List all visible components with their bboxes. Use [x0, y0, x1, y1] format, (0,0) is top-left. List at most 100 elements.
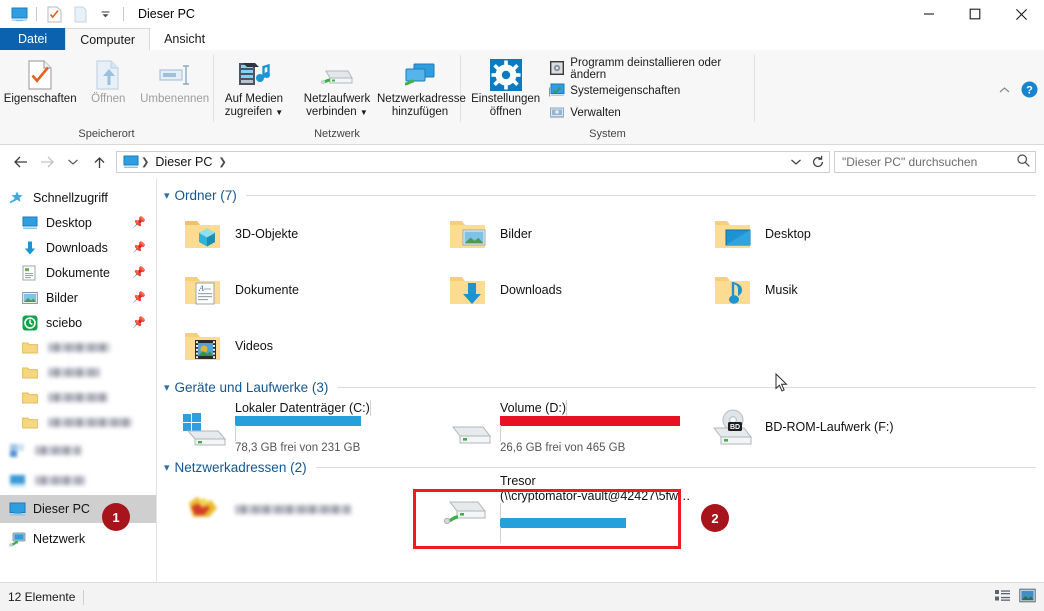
chevron-down-icon[interactable]: ▾: [164, 461, 170, 474]
breadcrumb-chevron-icon[interactable]: ❯: [139, 157, 151, 168]
sidebar-item-label: Dieser PC: [33, 502, 90, 516]
chevron-down-icon[interactable]: ▼: [275, 108, 283, 117]
folder-icon: [22, 366, 44, 379]
back-button[interactable]: [8, 149, 34, 175]
tab-datei[interactable]: Datei: [0, 28, 66, 50]
folder-pictures-icon: [440, 209, 496, 259]
sidebar-item-netzwerk[interactable]: Netzwerk: [0, 523, 156, 555]
button-verwalten[interactable]: Verwalten: [546, 102, 754, 124]
group-title: Geräte und Laufwerke (3): [174, 379, 329, 395]
button-label: Eigenschaften: [3, 93, 77, 105]
sidebar-item-schnellzugriff[interactable]: Schnellzugriff: [0, 185, 156, 210]
window-controls: [906, 0, 1044, 28]
address-dropdown-button[interactable]: [785, 152, 807, 172]
breadcrumb-dieser-pc[interactable]: Dieser PC: [151, 155, 216, 169]
list-item-bilder[interactable]: Bilder: [436, 206, 701, 262]
sidebar-item-redacted-4[interactable]: [0, 410, 156, 435]
button-netzwerkadresse-hinzufuegen[interactable]: Netzwerkadresse hinzufügen: [377, 55, 466, 121]
button-oeffnen[interactable]: Öffnen: [82, 55, 134, 108]
button-netzlaufwerk-verbinden[interactable]: Netzlaufwerk verbinden ▼: [297, 55, 377, 121]
group-header-ordner[interactable]: ▾ Ordner (7): [157, 184, 1044, 206]
sidebar-item-redacted-2[interactable]: [0, 360, 156, 385]
breadcrumb-bar[interactable]: ❯ Dieser PC ❯: [116, 151, 830, 173]
sidebar-item-dokumente[interactable]: Dokumente 📌: [0, 260, 156, 285]
button-auf-medien-zugreifen[interactable]: Auf Medien zugreifen ▼: [214, 55, 294, 121]
list-item-network-redacted[interactable]: [171, 478, 436, 538]
sidebar-item-sciebo[interactable]: sciebo 📌: [0, 310, 156, 335]
pin-icon[interactable]: 📌: [132, 266, 146, 279]
sidebar-item-redacted-3[interactable]: [0, 385, 156, 410]
refresh-button[interactable]: [807, 152, 829, 172]
recent-locations-button[interactable]: [60, 149, 86, 175]
list-item-downloads[interactable]: Downloads: [436, 262, 701, 318]
breadcrumb-chevron-icon-2[interactable]: ❯: [216, 157, 228, 168]
this-pc-icon[interactable]: [6, 3, 32, 25]
search-icon[interactable]: [1016, 153, 1031, 171]
status-separator: [83, 589, 85, 605]
button-systemeigenschaften[interactable]: Systemeigenschaften: [546, 80, 754, 102]
list-item-musik[interactable]: Musik: [701, 262, 966, 318]
maximize-button[interactable]: [952, 0, 998, 28]
list-item-volume-d[interactable]: Volume (D:) 26,6 GB frei von 465 GB: [436, 398, 701, 456]
tab-ansicht[interactable]: Ansicht: [150, 28, 219, 50]
list-item-bd-rom-laufwerk-f[interactable]: BD BD-ROM-Laufwerk (F:): [701, 398, 966, 456]
large-icons-view-icon[interactable]: [1019, 588, 1036, 606]
sciebo-cloud-icon: [22, 315, 44, 331]
media-server-icon: [237, 57, 271, 93]
redacted-label: [35, 475, 85, 485]
sidebar-item-desktop[interactable]: Desktop 📌: [0, 210, 156, 235]
search-input[interactable]: "Dieser PC" durchsuchen: [842, 155, 1016, 169]
forward-button[interactable]: [34, 149, 60, 175]
list-item-desktop[interactable]: Desktop: [701, 206, 966, 262]
annotation-badge-1: 1: [102, 503, 130, 531]
properties-icon[interactable]: [41, 3, 67, 25]
tab-computer[interactable]: Computer: [65, 28, 151, 50]
item-label: Downloads: [500, 283, 562, 297]
svg-text:A: A: [198, 284, 204, 293]
button-programm-deinstallieren[interactable]: Programm deinstallieren oder ändern: [546, 57, 754, 81]
list-item-videos[interactable]: Videos: [171, 318, 436, 374]
new-folder-icon[interactable]: [67, 3, 93, 25]
pin-icon[interactable]: 📌: [132, 291, 146, 304]
pin-icon[interactable]: 📌: [132, 216, 146, 229]
sidebar-item-redacted-1[interactable]: [0, 335, 156, 360]
list-item-3d-objekte[interactable]: 3D-Objekte: [171, 206, 436, 262]
group-header-geraete[interactable]: ▾ Geräte und Laufwerke (3): [157, 376, 1044, 398]
item-label: Desktop: [765, 227, 811, 241]
button-eigenschaften[interactable]: Eigenschaften: [0, 55, 80, 108]
list-item-dokumente[interactable]: A Dokumente: [171, 262, 436, 318]
sidebar-item-dieser-pc[interactable]: Dieser PC: [0, 495, 156, 523]
toolbar-separator-2: [123, 7, 124, 21]
sidebar-item-downloads[interactable]: Downloads 📌: [0, 235, 156, 260]
sidebar-item-redacted-6[interactable]: [0, 465, 156, 495]
item-label: Volume (D:): [500, 400, 566, 415]
close-button[interactable]: [998, 0, 1044, 28]
button-einstellungen-oeffnen[interactable]: Einstellungen öffnen: [469, 55, 542, 121]
svg-text:BD: BD: [730, 424, 740, 431]
ribbon-group-divider-3: [754, 55, 755, 122]
chevron-down-icon[interactable]: ▾: [164, 381, 170, 394]
help-icon[interactable]: ?: [1021, 81, 1038, 101]
button-umbenennen[interactable]: Umbenennen: [136, 55, 213, 108]
chevron-down-icon[interactable]: ▾: [164, 189, 170, 202]
up-button[interactable]: [86, 149, 112, 175]
button-label-line1: Einstellungen: [471, 93, 541, 105]
customize-chevron-icon[interactable]: [93, 3, 119, 25]
system-properties-icon: [549, 82, 565, 101]
map-network-drive-icon: [319, 57, 355, 93]
item-count: 12 Elemente: [8, 590, 76, 604]
minimize-button[interactable]: [906, 0, 952, 28]
properties-icon: [27, 57, 53, 93]
sidebar-item-bilder[interactable]: Bilder 📌: [0, 285, 156, 310]
sidebar-item-redacted-5[interactable]: [0, 435, 156, 465]
button-label: Programm deinstallieren oder ändern: [570, 57, 722, 81]
chevron-down-icon[interactable]: ▼: [360, 108, 368, 117]
group-title: Netzwerkadressen (2): [174, 459, 307, 475]
capacity-bar-fill: [500, 415, 680, 426]
details-view-icon[interactable]: [994, 588, 1011, 606]
chevron-up-icon[interactable]: [998, 84, 1011, 98]
search-box[interactable]: "Dieser PC" durchsuchen: [834, 151, 1036, 173]
pin-icon[interactable]: 📌: [132, 316, 146, 329]
list-item-lokaler-datentraeger-c[interactable]: Lokaler Datenträger (C:) 78,3 GB frei vo…: [171, 398, 436, 456]
pin-icon[interactable]: 📌: [132, 241, 146, 254]
